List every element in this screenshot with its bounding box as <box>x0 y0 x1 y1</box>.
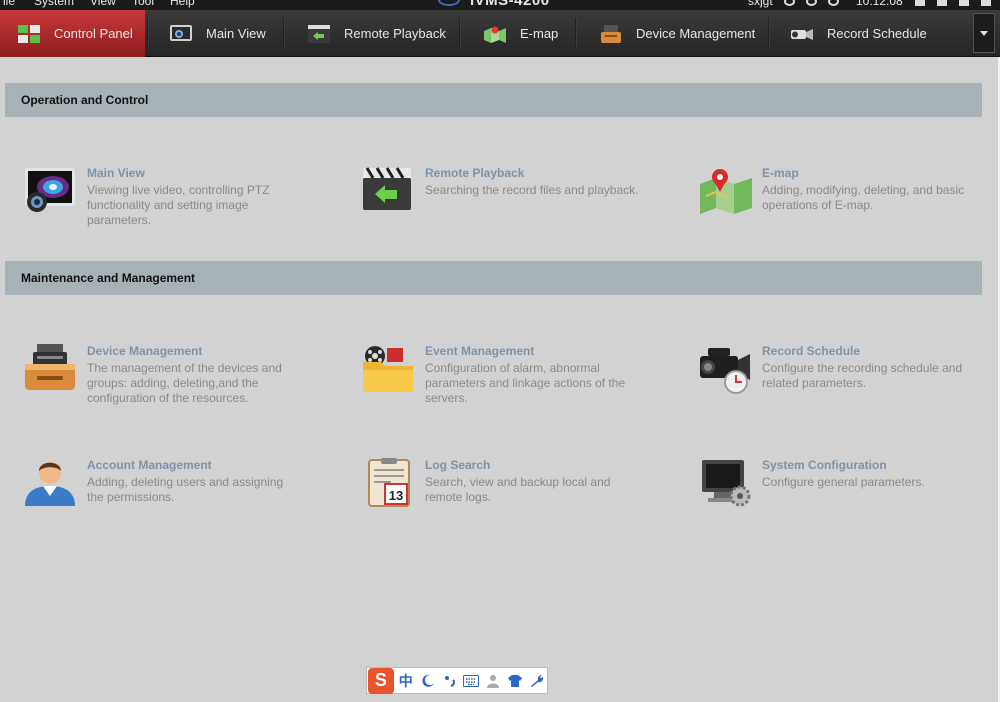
card-title: System Configuration <box>762 458 887 472</box>
record-schedule-icon <box>698 344 754 400</box>
tab-overflow-button[interactable] <box>973 13 995 53</box>
tab-divider <box>768 18 770 49</box>
remote-playback-icon <box>308 24 330 43</box>
emap-icon <box>484 25 506 43</box>
user-icon[interactable] <box>483 671 503 691</box>
tab-emap[interactable]: E-map <box>462 10 572 57</box>
emap-icon <box>698 166 754 222</box>
wrench-icon[interactable] <box>527 671 547 691</box>
card-device-management[interactable]: Device Management The management of the … <box>23 344 323 414</box>
ime-mode-toggle[interactable]: 中 <box>396 671 416 691</box>
tab-bar: Control Panel Main View Remote Playback … <box>0 10 1000 57</box>
menu-view[interactable]: View <box>90 0 116 8</box>
card-title: Remote Playback <box>425 166 525 180</box>
tab-device-management[interactable]: Device Management <box>578 10 766 57</box>
ime-logo[interactable]: S <box>368 667 394 694</box>
tab-label: Control Panel <box>54 26 133 41</box>
menu-tool[interactable]: Tool <box>132 0 154 8</box>
device-management-icon <box>600 24 622 43</box>
card-title: Device Management <box>87 344 203 358</box>
ime-toolbar: S 中 <box>366 667 548 694</box>
svg-text:13: 13 <box>389 488 403 503</box>
status-icon[interactable] <box>784 0 795 6</box>
tab-label: Record Schedule <box>827 26 927 41</box>
app-logo-icon <box>438 0 460 6</box>
card-record-schedule[interactable]: Record Schedule Configure the recording … <box>698 344 998 414</box>
card-description: Search, view and backup local and remote… <box>425 475 611 504</box>
card-emap[interactable]: E-map Adding, modifying, deleting, and b… <box>698 166 998 236</box>
tab-remote-playback[interactable]: Remote Playback <box>286 10 456 57</box>
card-title: Record Schedule <box>762 344 861 358</box>
log-calendar-icon: 13 <box>361 458 417 514</box>
app-title: iVMS-4200 <box>470 0 550 9</box>
card-remote-playback[interactable]: Remote Playback Searching the record fil… <box>361 166 661 236</box>
card-main-view[interactable]: Main View Viewing live video, controllin… <box>23 166 323 236</box>
menu-bar: ile System View Tool Help iVMS-4200 sxjg… <box>0 0 1000 10</box>
tab-label: Main View <box>206 26 266 41</box>
section-header-maintenance: Maintenance and Management <box>5 261 982 295</box>
minimize-button[interactable] <box>915 0 925 6</box>
tab-divider <box>575 18 577 49</box>
chevron-down-icon <box>980 30 988 36</box>
tab-record-schedule[interactable]: Record Schedule <box>771 10 961 57</box>
menu-system[interactable]: System <box>34 0 74 8</box>
section-header-operation: Operation and Control <box>5 83 982 117</box>
tab-label: Remote Playback <box>344 26 446 41</box>
card-description: Searching the record files and playback. <box>425 183 639 197</box>
tab-divider <box>283 18 285 49</box>
tab-main-view[interactable]: Main View <box>150 10 280 57</box>
control-panel-icon <box>18 24 40 43</box>
card-description: Viewing live video, controlling PTZ func… <box>87 183 270 227</box>
current-user: sxjgt <box>748 0 773 8</box>
menu-help[interactable]: Help <box>170 0 195 8</box>
card-event-management[interactable]: Event Management Configuration of alarm,… <box>361 344 661 414</box>
main-view-icon <box>23 166 79 222</box>
clock: 10:12:08 <box>856 0 903 8</box>
remote-playback-icon <box>361 166 417 222</box>
moon-icon[interactable] <box>418 671 438 691</box>
card-title: Log Search <box>425 458 491 472</box>
main-view-icon <box>170 24 192 43</box>
tab-control-panel[interactable]: Control Panel <box>0 10 145 57</box>
card-log-search[interactable]: 13 Log Search Search, view and backup lo… <box>361 458 661 528</box>
card-description: Configuration of alarm, abnormal paramet… <box>425 361 626 405</box>
card-title: E-map <box>762 166 799 180</box>
card-title: Event Management <box>425 344 535 358</box>
tab-label: E-map <box>520 26 559 41</box>
close-button[interactable] <box>981 0 991 6</box>
skin-icon[interactable] <box>505 671 525 691</box>
card-account-management[interactable]: Account Management Adding, deleting user… <box>23 458 323 528</box>
device-management-icon <box>23 344 79 400</box>
menu-file[interactable]: ile <box>3 0 15 8</box>
card-description: Configure general parameters. <box>762 475 925 489</box>
tab-label: Device Management <box>636 26 756 41</box>
alarm-icon[interactable] <box>806 0 817 6</box>
info-icon[interactable] <box>828 0 839 6</box>
maximize-button[interactable] <box>937 0 947 6</box>
card-description: Adding, modifying, deleting, and basic o… <box>762 183 965 212</box>
punctuation-icon[interactable] <box>440 671 460 691</box>
user-icon <box>23 458 79 514</box>
card-system-configuration[interactable]: System Configuration Configure general p… <box>698 458 998 528</box>
event-management-icon <box>361 344 417 400</box>
restore-button[interactable] <box>959 0 969 6</box>
record-schedule-icon <box>791 25 813 43</box>
system-configuration-icon <box>698 458 754 514</box>
tab-divider <box>147 18 149 49</box>
card-description: The management of the devices and groups… <box>87 361 282 405</box>
card-description: Adding, deleting users and assigning the… <box>87 475 284 504</box>
card-description: Configure the recording schedule and rel… <box>762 361 963 390</box>
card-title: Main View <box>87 166 145 180</box>
tab-divider <box>459 18 461 49</box>
card-title: Account Management <box>87 458 212 472</box>
keyboard-icon[interactable] <box>461 671 481 691</box>
